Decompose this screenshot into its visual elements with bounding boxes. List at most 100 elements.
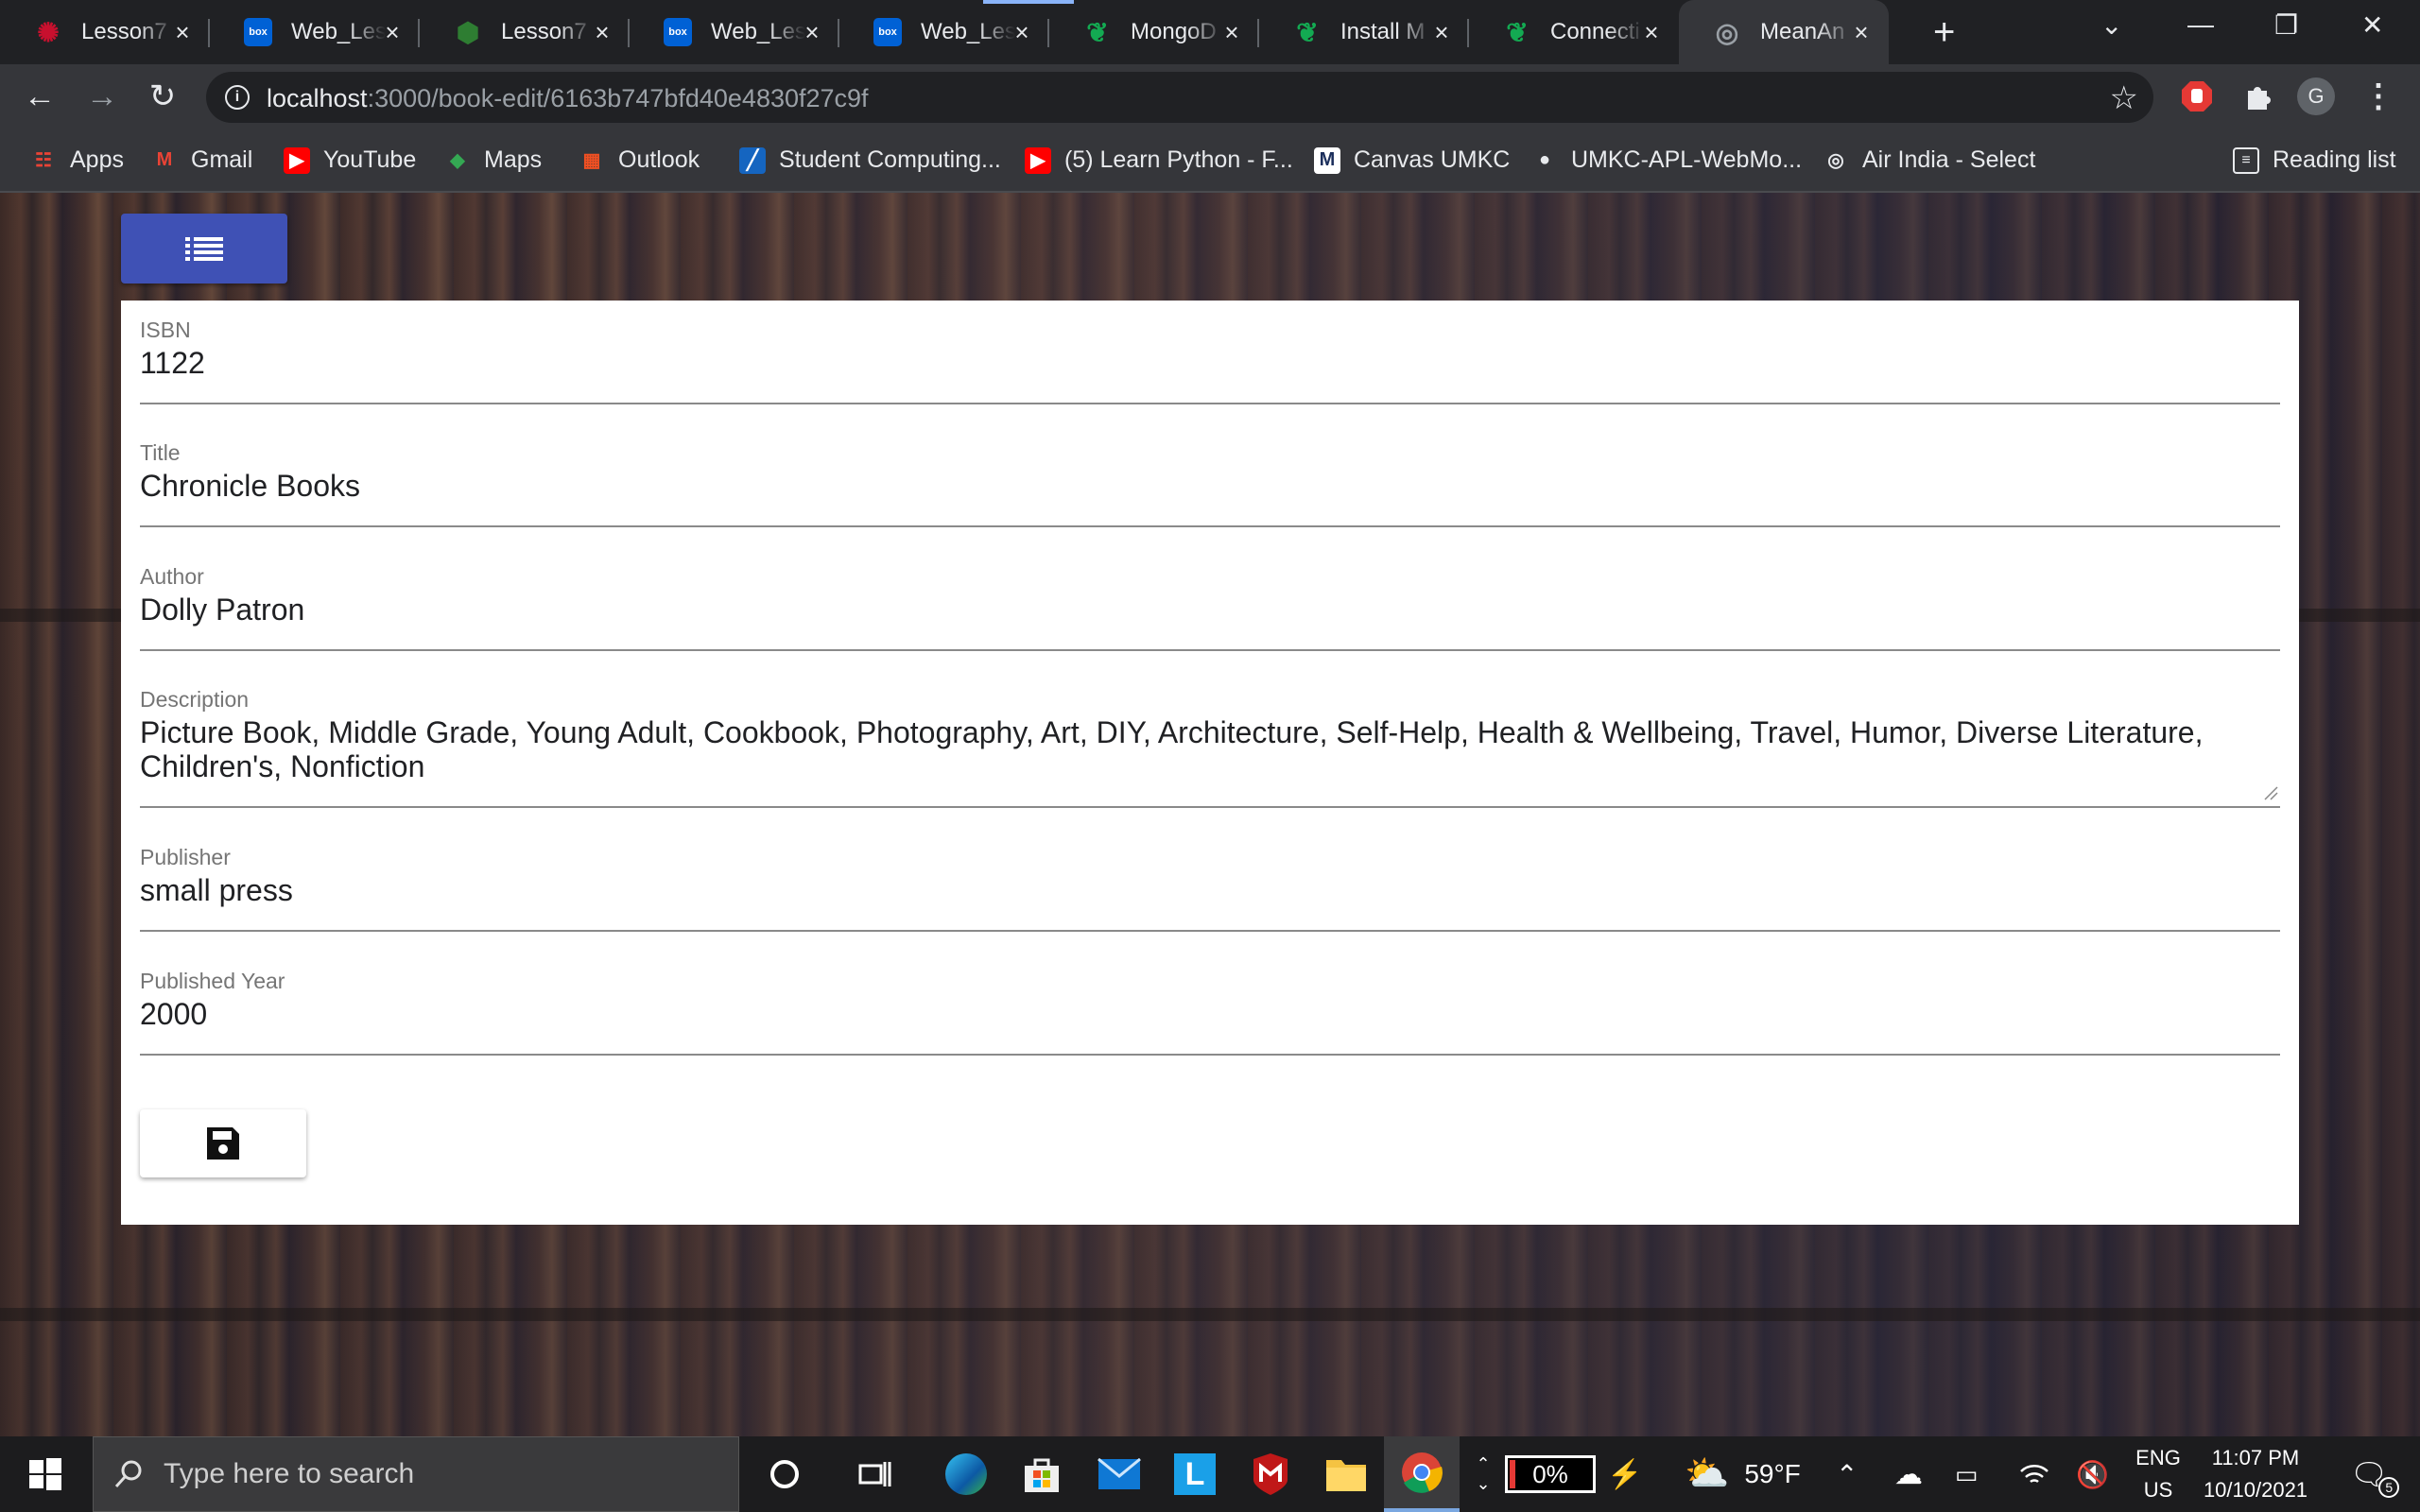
bookmark-star-icon[interactable]: ☆: [2110, 79, 2138, 117]
tab-close-icon[interactable]: ×: [168, 18, 197, 46]
windows-start-button[interactable]: [0, 1436, 91, 1512]
tab-close-icon[interactable]: ×: [1427, 18, 1456, 46]
new-tab-button[interactable]: +: [1933, 13, 1955, 51]
device-battery-icon[interactable]: ▭: [1955, 1436, 1979, 1512]
bookmark-item[interactable]: M Canvas UMKC: [1314, 146, 1510, 174]
store-taskbar-icon[interactable]: [1004, 1436, 1080, 1512]
description-textarea[interactable]: Picture Book, Middle Grade, Young Adult,…: [140, 715, 2238, 783]
author-underline: [140, 649, 2280, 651]
published-year-input[interactable]: 2000: [140, 997, 2280, 1031]
apps-grid-icon: ☷: [35, 150, 52, 171]
site-info-icon[interactable]: i: [225, 85, 250, 110]
bookmark-item[interactable]: ◎ Air India - Select: [1823, 146, 2035, 174]
tab-title: Connecti: [1550, 19, 1640, 44]
clock[interactable]: 11:07 PM 10/10/2021: [2191, 1436, 2320, 1512]
bookmark-label: (5) Learn Python - F...: [1064, 146, 1293, 173]
tab-close-icon[interactable]: ×: [588, 18, 616, 46]
resize-grip-icon[interactable]: [2261, 783, 2278, 800]
battery-indicator[interactable]: 0% ⚡: [1505, 1436, 1642, 1512]
language-code: ENG: [2135, 1446, 2181, 1469]
isbn-field[interactable]: ISBN 1122: [140, 318, 2280, 404]
umkc-icon: ✺: [37, 17, 60, 47]
wifi-icon[interactable]: [2019, 1436, 2049, 1512]
weather-widget[interactable]: ⛅ 59°F: [1685, 1436, 1801, 1512]
outlook-icon: ▦: [582, 150, 601, 171]
tab-search-icon[interactable]: ⌄: [2100, 9, 2122, 41]
bookmark-item[interactable]: ╱ Student Computing...: [739, 146, 1001, 174]
mail-taskbar-icon[interactable]: [1081, 1436, 1157, 1512]
publisher-input[interactable]: small press: [140, 873, 2280, 907]
browser-tab[interactable]: ⬢ Lesson7 ×: [420, 0, 630, 64]
close-window-button[interactable]: ✕: [2361, 9, 2383, 41]
github-icon: ●: [1538, 149, 1551, 170]
author-input[interactable]: Dolly Patron: [140, 593, 2280, 627]
bookmark-item[interactable]: ● UMKC-APL-WebMo...: [1531, 146, 1802, 174]
bookmark-label: Canvas UMKC: [1354, 146, 1511, 173]
title-input[interactable]: Chronicle Books: [140, 469, 2280, 503]
bookmark-item[interactable]: ◆ Maps: [444, 146, 542, 174]
url-text[interactable]: localhost:3000/book-edit/6163b747bfd40e4…: [267, 84, 869, 113]
cortana-circle-icon: [770, 1460, 799, 1488]
power-plug-icon: ⚡: [1607, 1458, 1643, 1490]
address-bar[interactable]: i localhost:3000/book-edit/6163b747bfd40…: [206, 72, 2153, 123]
reading-list-icon: ≡: [2233, 146, 2259, 174]
mcafee-taskbar-icon[interactable]: [1233, 1436, 1308, 1512]
minimize-button[interactable]: —: [2187, 9, 2214, 40]
input-language-indicator[interactable]: ENG US: [2131, 1436, 2186, 1512]
list-icon: [185, 237, 223, 261]
bookmark-item[interactable]: ▶ (5) Learn Python - F...: [1025, 146, 1293, 174]
bookmark-label: UMKC-APL-WebMo...: [1571, 146, 1803, 173]
browser-tab[interactable]: ✺ Lesson7 ×: [0, 0, 210, 64]
tab-close-icon[interactable]: ×: [1218, 18, 1246, 46]
bookmark-item[interactable]: ▦ Outlook: [579, 146, 700, 174]
l-app-taskbar-icon[interactable]: L: [1157, 1436, 1233, 1512]
author-field[interactable]: Author Dolly Patron: [140, 564, 2280, 651]
browser-tab[interactable]: ❦ Connecti ×: [1469, 0, 1679, 64]
browser-tab[interactable]: box Web_Les ×: [839, 0, 1049, 64]
published-year-field[interactable]: Published Year 2000: [140, 969, 2280, 1056]
taskbar-search-box[interactable]: Type here to search: [93, 1436, 739, 1512]
chrome-taskbar-icon[interactable]: [1384, 1436, 1460, 1512]
cortana-button[interactable]: [747, 1436, 822, 1512]
tab-close-icon[interactable]: ×: [1008, 18, 1036, 46]
windows-taskbar: Type here to search L ⌃ ⌄ 0% ⚡ ⛅ 59°F ⌃ ☁…: [0, 1436, 2420, 1512]
browser-menu-icon[interactable]: ⋮: [2360, 77, 2397, 115]
profile-avatar[interactable]: G: [2297, 77, 2335, 115]
tab-close-icon[interactable]: ×: [378, 18, 406, 46]
publisher-field[interactable]: Publisher small press: [140, 845, 2280, 932]
task-view-button[interactable]: [838, 1436, 913, 1512]
file-explorer-taskbar-icon[interactable]: [1308, 1436, 1384, 1512]
bookmark-item[interactable]: ☷ Apps: [30, 146, 124, 174]
browser-tab[interactable]: box Web_Les ×: [630, 0, 839, 64]
title-underline: [140, 525, 2280, 527]
extensions-puzzle-icon[interactable]: [2238, 77, 2276, 115]
browser-tab[interactable]: ❦ Install M ×: [1259, 0, 1469, 64]
reading-list-button[interactable]: ≡ Reading list: [2233, 146, 2396, 174]
reload-button[interactable]: ↻: [144, 77, 182, 115]
volume-muted-icon[interactable]: 🔇: [2076, 1436, 2109, 1512]
isbn-input[interactable]: 1122: [140, 346, 2280, 380]
browser-tab[interactable]: box Web_Les ×: [210, 0, 420, 64]
page-content: ISBN 1122 Title Chronicle Books Author D…: [0, 193, 2420, 1436]
restore-button[interactable]: ❐: [2274, 9, 2298, 41]
tab-close-icon[interactable]: ×: [1847, 18, 1876, 46]
browser-tab[interactable]: ◎ MeanAn ×: [1679, 0, 1889, 64]
onedrive-cloud-icon[interactable]: ☁: [1894, 1436, 1923, 1512]
tab-close-icon[interactable]: ×: [798, 18, 826, 46]
bookmark-item[interactable]: M Gmail: [151, 146, 253, 174]
bookmark-label: Air India - Select: [1862, 146, 2036, 173]
forward-button[interactable]: →: [83, 77, 121, 115]
bookmark-item[interactable]: ▶ YouTube: [284, 146, 416, 174]
edge-taskbar-icon[interactable]: [928, 1436, 1004, 1512]
title-field[interactable]: Title Chronicle Books: [140, 440, 2280, 527]
tray-chevron-up-icon[interactable]: ⌃: [1836, 1436, 1858, 1512]
save-button[interactable]: [140, 1109, 306, 1177]
back-button[interactable]: ←: [21, 77, 59, 115]
description-field[interactable]: Description Picture Book, Middle Grade, …: [140, 687, 2280, 808]
browser-tab[interactable]: ❦ MongoD ×: [1049, 0, 1259, 64]
tab-close-icon[interactable]: ×: [1637, 18, 1666, 46]
adblock-extension-icon[interactable]: [2178, 77, 2216, 115]
book-list-button[interactable]: [121, 214, 287, 284]
notification-center-button[interactable]: 🗨 5: [2341, 1436, 2400, 1512]
show-hidden-icons-button[interactable]: ⌃ ⌄: [1469, 1436, 1497, 1512]
